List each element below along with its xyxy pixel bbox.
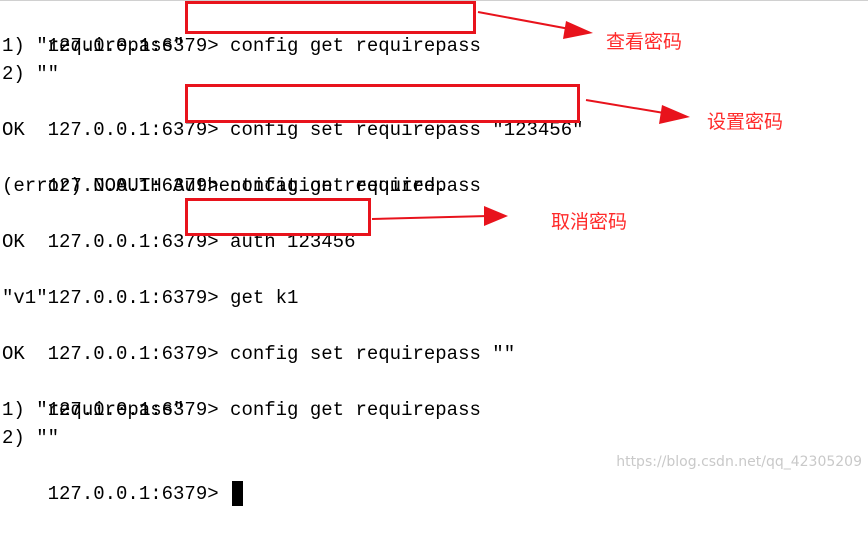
annotation-arrows [371, 11, 690, 226]
prompt: 127.0.0.1:6379> [47, 483, 231, 505]
annotation-cancel-password: 取消密码 [551, 211, 628, 233]
annotation-view-password: 查看密码 [606, 31, 683, 53]
annotation-set-password: 设置密码 [707, 111, 784, 133]
arrow-icon [585, 99, 690, 124]
arrow-icon [477, 11, 593, 39]
text-cursor [232, 481, 244, 507]
arrow-icon [371, 206, 508, 226]
watermark: https://blog.csdn.net/qq_42305209 [616, 454, 862, 470]
